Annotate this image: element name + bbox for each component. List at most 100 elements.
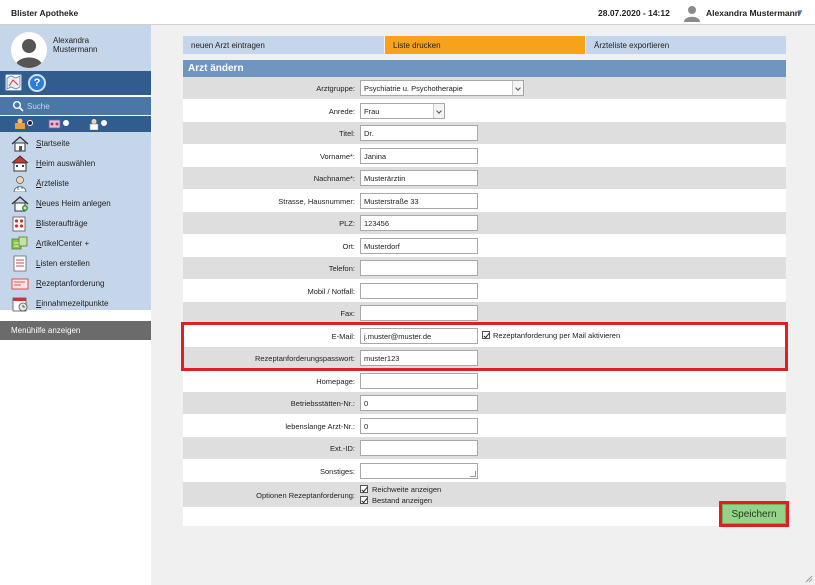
sidebar: Alexandra Mustermann ? Suche Startseite … [0, 25, 151, 585]
bestand-checkbox[interactable] [360, 496, 368, 504]
sidebar-menu: Startseite Heim auswählen Ärzteliste Neu… [0, 132, 151, 313]
sidebar-item-label: Ärzteliste [36, 179, 69, 188]
homepage-field[interactable] [360, 373, 478, 389]
telefon-label: Telefon: [328, 264, 355, 273]
reichweite-checkbox[interactable] [360, 485, 368, 493]
anrede-value: Frau [364, 107, 380, 116]
search-icon [13, 101, 24, 112]
window-resize-icon[interactable] [805, 575, 813, 583]
residents-filter-radio[interactable] [27, 120, 33, 126]
resize-handle-icon[interactable] [470, 471, 476, 477]
anrede-label: Anrede: [328, 107, 355, 116]
row-telefon: Telefon: [183, 257, 786, 279]
sidebar-item-aerzteliste[interactable]: Ärzteliste [0, 174, 151, 193]
sidebar-item-label: Rezeptanforderung [36, 279, 105, 288]
save-button[interactable]: Speichern [722, 504, 786, 524]
user-avatar-icon[interactable] [683, 4, 701, 22]
edit-doctor-form: Arztgruppe: Psychiatrie u. Psychotherapi… [183, 77, 786, 526]
row-sonstiges: Sonstiges: [183, 460, 786, 482]
menu-help-label: Menühilfe anzeigen [11, 326, 81, 335]
sonstiges-textarea[interactable] [360, 463, 478, 479]
sidebar-item-label: Blisteraufträge [36, 219, 88, 228]
row-arztgruppe: Arztgruppe: Psychiatrie u. Psychotherapi… [183, 77, 786, 99]
row-plz: PLZ: [183, 212, 786, 234]
ort-field[interactable] [360, 238, 478, 254]
arztgruppe-value: Psychiatrie u. Psychotherapie [364, 84, 463, 93]
menu-help-button[interactable]: Menühilfe anzeigen [0, 321, 151, 340]
lanr-label: lebenslange Arzt-Nr.: [285, 422, 355, 431]
lanr-field[interactable] [360, 418, 478, 434]
new-doctor-button[interactable]: neuen Arzt eintragen [183, 36, 384, 54]
article-center-icon [11, 236, 28, 250]
row-vorname: Vorname*: [183, 145, 786, 167]
strasse-field[interactable] [360, 193, 478, 209]
help-icon[interactable]: ? [28, 74, 46, 92]
chevron-down-icon [512, 81, 523, 95]
row-lanr: lebenslange Arzt-Nr.: [183, 415, 786, 437]
row-fax: Fax: [183, 302, 786, 324]
user-menu-caret-icon[interactable]: ▼ [796, 8, 804, 17]
row-strasse: Strasse, Hausnummer: [183, 190, 786, 212]
row-mobil: Mobil / Notfall: [183, 280, 786, 302]
user-name[interactable]: Alexandra Mustermann [706, 8, 800, 18]
plz-field[interactable] [360, 215, 478, 231]
home-icon [11, 136, 29, 152]
row-bsnr: Betriebsstätten-Nr.: [183, 392, 786, 414]
titel-field[interactable] [360, 125, 478, 141]
intake-times-icon [12, 297, 28, 312]
sidebar-item-rezeptanforderung[interactable]: Rezeptanforderung [0, 274, 151, 293]
sidebar-item-label: Neues Heim anlegen [36, 199, 111, 208]
search-bar [0, 97, 151, 115]
staff-filter-radio[interactable] [101, 120, 107, 126]
building-icon [11, 155, 29, 172]
arztgruppe-label: Arztgruppe: [316, 84, 355, 93]
blister-filter-radio[interactable] [63, 120, 69, 126]
sidebar-item-listen-erstellen[interactable]: Listen erstellen [0, 254, 151, 273]
reichweite-checkbox-label: Reichweite anzeigen [372, 485, 442, 494]
house-add-icon [11, 196, 29, 212]
sidebar-item-label: ArtikelCenter + [36, 239, 90, 248]
map-icon[interactable] [5, 74, 22, 91]
top-bar: Blister Apotheke 28.07.2020 - 14:12 Alex… [0, 0, 815, 25]
sidebar-item-artikelcenter[interactable]: ArtikelCenter + [0, 234, 151, 253]
mobil-field[interactable] [360, 283, 478, 299]
search-input[interactable] [27, 99, 145, 113]
sidebar-item-startseite[interactable]: Startseite [0, 134, 151, 153]
sidebar-item-label: Listen erstellen [36, 259, 90, 268]
sidebar-item-neues-heim-anlegen[interactable]: Neues Heim anlegen [0, 194, 151, 213]
print-list-button[interactable]: Liste drucken [385, 36, 585, 54]
sidebar-item-label: Startseite [36, 139, 70, 148]
export-doctor-list-button[interactable]: Ärzteliste exportieren [586, 36, 786, 54]
prescription-icon [11, 278, 29, 290]
chevron-down-icon [433, 104, 444, 118]
email-highlight-box [181, 322, 788, 371]
sidebar-item-heim-auswaehlen[interactable]: Heim auswählen [0, 154, 151, 173]
residents-filter-icon[interactable] [14, 118, 26, 130]
titel-label: Titel: [339, 129, 355, 138]
form-title: Arzt ändern [183, 60, 786, 77]
anrede-select[interactable]: Frau [360, 103, 445, 119]
bestand-checkbox-label: Bestand anzeigen [372, 496, 433, 505]
vorname-field[interactable] [360, 148, 478, 164]
profile-name: Alexandra Mustermann [53, 36, 97, 54]
doctor-icon [13, 176, 27, 192]
optionen-label: Optionen Rezeptanforderung: [256, 491, 355, 500]
blister-filter-icon[interactable] [48, 118, 61, 130]
sidebar-item-blisterauftraege[interactable]: Blisteraufträge [0, 214, 151, 233]
row-ort: Ort: [183, 235, 786, 257]
profile-last-name: Mustermann [53, 45, 98, 54]
blister-order-icon [12, 216, 26, 232]
telefon-field[interactable] [360, 260, 478, 276]
fax-label: Fax: [340, 309, 355, 318]
extid-field[interactable] [360, 440, 478, 456]
arztgruppe-select[interactable]: Psychiatrie u. Psychotherapie [360, 80, 524, 96]
fax-field[interactable] [360, 305, 478, 321]
save-highlight-box: Speichern [719, 501, 789, 527]
bsnr-field[interactable] [360, 395, 478, 411]
sidebar-item-einnahmezeitpunkte[interactable]: Einnahmezeitpunkte [0, 294, 151, 313]
date-time: 28.07.2020 - 14:12 [598, 8, 670, 18]
staff-filter-icon[interactable] [88, 118, 100, 130]
nachname-field[interactable] [360, 170, 478, 186]
row-nachname: Nachname*: [183, 167, 786, 189]
row-titel: Titel: [183, 122, 786, 144]
